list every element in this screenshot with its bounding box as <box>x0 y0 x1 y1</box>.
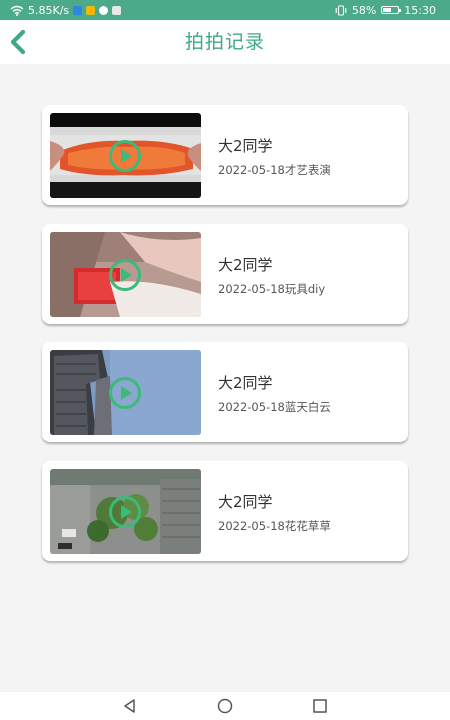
play-icon[interactable] <box>108 139 142 173</box>
record-meta: 2022-05-18玩具diy <box>218 282 326 296</box>
record-meta: 2022-05-18才艺表演 <box>218 163 331 177</box>
status-right: 58% 15:30 <box>330 0 436 20</box>
recents-square-icon[interactable] <box>310 696 330 716</box>
record-user: 大2同学 <box>218 256 273 274</box>
app-notification-icon <box>86 5 96 15</box>
video-thumbnail[interactable] <box>50 113 201 198</box>
record-card[interactable]: 大2同学 2022-05-18蓝天白云 <box>42 342 408 442</box>
header: 拍拍记录 <box>0 20 450 64</box>
battery-percent: 58% <box>351 3 377 17</box>
record-list: 大2同学 2022-05-18才艺表演 大2同学 2022-05-18玩具diy <box>0 64 450 692</box>
record-user: 大2同学 <box>218 493 273 511</box>
video-thumbnail[interactable] <box>50 469 201 554</box>
record-card[interactable]: 大2同学 2022-05-18玩具diy <box>42 224 408 324</box>
record-meta: 2022-05-18花花草草 <box>218 519 331 533</box>
record-meta: 2022-05-18蓝天白云 <box>218 400 331 414</box>
record-user: 大2同学 <box>218 137 273 155</box>
play-icon[interactable] <box>108 495 142 529</box>
record-card[interactable]: 大2同学 2022-05-18才艺表演 <box>42 105 408 205</box>
play-icon[interactable] <box>108 258 142 292</box>
clock: 15:30 <box>404 3 436 17</box>
wifi-icon <box>10 5 24 16</box>
page-title: 拍拍记录 <box>184 31 265 53</box>
video-thumbnail[interactable] <box>50 350 201 435</box>
message-notification-icon <box>112 5 122 15</box>
battery-level <box>383 8 392 12</box>
battery-icon <box>381 6 402 14</box>
network-speed: 5.85K/s <box>28 3 70 17</box>
status-left: 5.85K/s <box>10 0 125 20</box>
status-bar: 5.85K/s 58% 15:30 <box>0 0 450 20</box>
cloud-notification-icon <box>99 5 109 15</box>
record-user: 大2同学 <box>218 374 273 392</box>
play-icon[interactable] <box>108 376 142 410</box>
back-triangle-icon[interactable] <box>120 696 140 716</box>
home-circle-icon[interactable] <box>215 696 235 716</box>
app-notification-icon <box>73 5 83 15</box>
record-card[interactable]: 大2同学 2022-05-18花花草草 <box>42 461 408 561</box>
video-thumbnail[interactable] <box>50 232 201 317</box>
vibrate-icon <box>335 4 347 16</box>
system-nav-bar <box>0 692 450 720</box>
